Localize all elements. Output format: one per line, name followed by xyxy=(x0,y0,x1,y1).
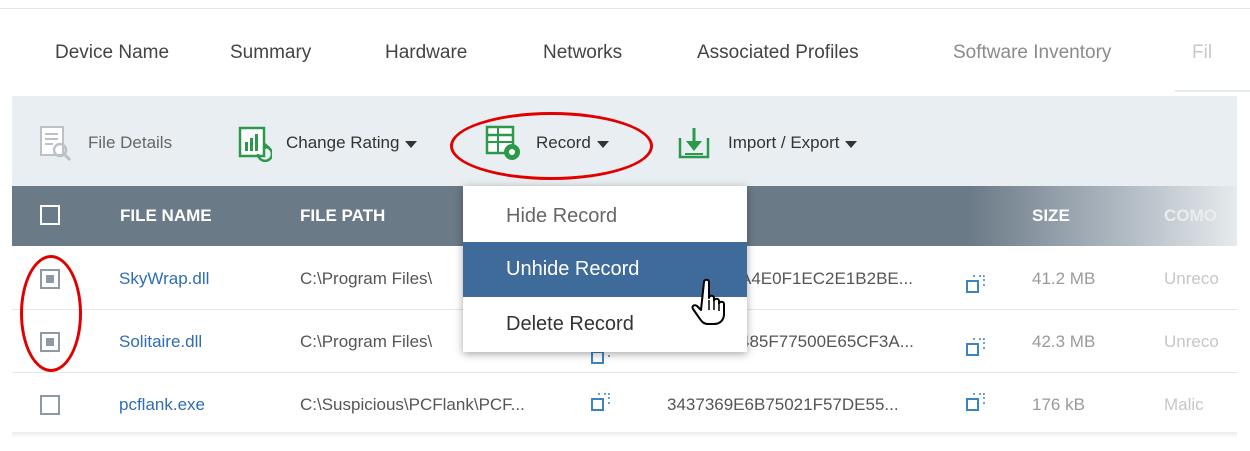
import-export-button[interactable]: Import / Export xyxy=(676,123,858,163)
file-path-cell: C:\Suspicious\PCFlank\PCF... xyxy=(300,395,525,414)
table-bottom-edge xyxy=(12,432,1237,438)
file-details-button[interactable]: File Details xyxy=(36,123,172,163)
file-details-icon xyxy=(40,126,72,162)
tab-file-list[interactable]: Fil xyxy=(1192,42,1212,64)
tab-summary[interactable]: Summary xyxy=(230,42,311,64)
top-divider xyxy=(0,8,1250,9)
row-checkbox[interactable] xyxy=(40,395,60,415)
change-rating-icon xyxy=(238,126,272,162)
tab-bar: Device Name Summary Hardware Networks As… xyxy=(0,30,1250,70)
menu-item-hide-record[interactable]: Hide Record xyxy=(463,189,747,244)
change-rating-button[interactable]: Change Rating xyxy=(234,123,418,163)
size-cell: 41.2 MB xyxy=(1032,269,1096,288)
file-path-cell: C:\Program Files\ xyxy=(300,332,433,351)
file-path-cell: C:\Program Files\ xyxy=(300,269,433,288)
hash-cell: 485F77500E65CF3A... xyxy=(740,332,914,351)
hash-cell: 3437369E6B75021F57DE55... xyxy=(667,395,899,414)
hash-cell: A4E0F1EC2E1B2BE... xyxy=(740,269,913,288)
copy-icon[interactable] xyxy=(965,336,987,358)
column-header-company[interactable]: COMO xyxy=(1164,206,1217,226)
tab-networks[interactable]: Networks xyxy=(543,42,622,64)
column-header-size[interactable]: SIZE xyxy=(1032,206,1070,226)
import-export-label: Import / Export xyxy=(728,133,840,152)
file-name-link[interactable]: Solitaire.dll xyxy=(119,332,202,352)
company-cell: Unreco xyxy=(1164,269,1219,288)
tab-software-inventory[interactable]: Software Inventory xyxy=(953,42,1111,64)
company-cell: Malic xyxy=(1164,395,1204,414)
copy-icon[interactable] xyxy=(965,391,987,413)
chevron-down-icon xyxy=(405,140,418,148)
copy-icon[interactable] xyxy=(965,273,987,295)
chevron-down-icon xyxy=(845,140,858,148)
record-highlight-annotation xyxy=(450,112,653,180)
hand-cursor-icon xyxy=(691,278,725,325)
record-dropdown-menu: Hide Record Unhide Record Delete Record xyxy=(463,186,747,352)
tab-associated-profiles[interactable]: Associated Profiles xyxy=(697,42,859,64)
file-details-label: File Details xyxy=(88,133,173,152)
copy-icon[interactable] xyxy=(590,391,612,413)
select-all-checkbox[interactable] xyxy=(40,205,60,225)
tab-hardware[interactable]: Hardware xyxy=(385,42,467,64)
row-divider xyxy=(12,372,1237,373)
import-export-icon xyxy=(678,128,710,159)
size-cell: 42.3 MB xyxy=(1032,332,1096,351)
file-name-link[interactable]: SkyWrap.dll xyxy=(119,269,209,289)
file-name-link[interactable]: pcflank.exe xyxy=(119,395,205,415)
tab-device-name[interactable]: Device Name xyxy=(55,42,169,64)
active-tab-indicator xyxy=(1175,90,1250,92)
column-header-file-name[interactable]: FILE NAME xyxy=(120,206,212,226)
table-row[interactable]: pcflank.exe C:\Suspicious\PCFlank\PCF...… xyxy=(12,377,1237,434)
change-rating-label: Change Rating xyxy=(286,133,400,152)
size-cell: 176 kB xyxy=(1032,395,1085,414)
company-cell: Unreco xyxy=(1164,332,1219,351)
column-header-file-path[interactable]: FILE PATH xyxy=(300,206,385,226)
checkbox-highlight-annotation xyxy=(20,255,82,372)
